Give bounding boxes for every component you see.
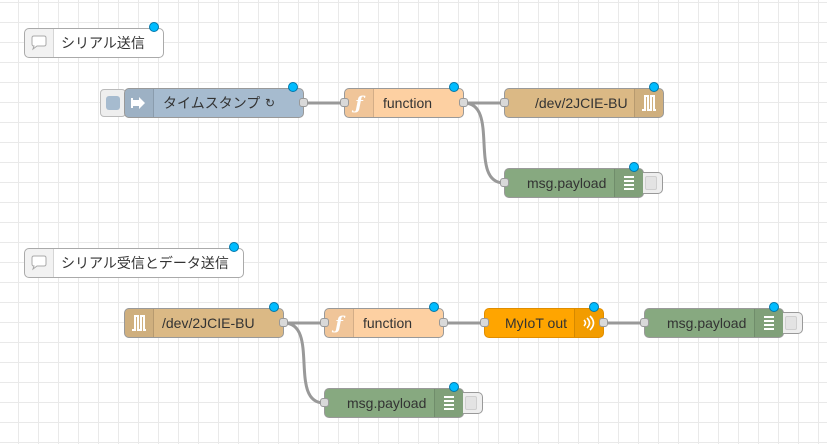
output-port[interactable] bbox=[599, 318, 608, 327]
input-port[interactable] bbox=[500, 178, 509, 187]
changed-indicator bbox=[429, 302, 439, 312]
debug-node-3[interactable]: msg.payload bbox=[320, 382, 464, 418]
debug-list-icon bbox=[614, 169, 643, 197]
comment-label: シリアル受信とデータ送信 bbox=[61, 255, 229, 271]
serial-out-node[interactable]: /dev/2JCIE-BU bbox=[500, 82, 664, 118]
debug-toggle-button[interactable] bbox=[643, 172, 663, 194]
wires-layer bbox=[283, 101, 644, 405]
changed-indicator bbox=[288, 82, 298, 92]
changed-indicator bbox=[269, 302, 279, 312]
function-label: function bbox=[363, 315, 413, 331]
input-port[interactable] bbox=[500, 98, 509, 107]
function-node-2[interactable]: ƒ function bbox=[320, 302, 448, 338]
serial-port-icon bbox=[634, 89, 663, 117]
debug-toggle-button[interactable] bbox=[463, 392, 483, 414]
changed-indicator bbox=[769, 302, 779, 312]
input-port[interactable] bbox=[320, 318, 329, 327]
changed-indicator bbox=[449, 82, 459, 92]
changed-indicator bbox=[629, 162, 639, 172]
input-port[interactable] bbox=[480, 318, 489, 327]
changed-indicator bbox=[149, 22, 159, 32]
output-port[interactable] bbox=[279, 318, 288, 327]
myiot-out-node[interactable]: MyIoT out bbox=[480, 302, 608, 338]
wire[interactable] bbox=[283, 321, 325, 405]
function-node-1[interactable]: ƒ function bbox=[340, 82, 468, 118]
output-port[interactable] bbox=[459, 98, 468, 107]
inject-trigger-button[interactable] bbox=[100, 89, 126, 117]
serial-out-label: /dev/2JCIE-BU bbox=[535, 95, 628, 111]
myiot-label: MyIoT out bbox=[505, 315, 567, 331]
debug-label: msg.payload bbox=[347, 395, 427, 411]
wire[interactable] bbox=[463, 101, 505, 185]
comment-icon bbox=[25, 29, 54, 57]
serial-in-label: /dev/2JCIE-BU bbox=[162, 315, 255, 331]
flow-canvas[interactable]: シリアル送信 タイムスタンプ ↻ ƒ function /dev/2JCIE-B… bbox=[0, 0, 827, 444]
debug-list-icon bbox=[754, 309, 783, 337]
input-port[interactable] bbox=[320, 398, 329, 407]
changed-indicator bbox=[229, 242, 239, 252]
repeat-icon: ↻ bbox=[265, 96, 276, 110]
debug-label: msg.payload bbox=[667, 315, 747, 331]
comment-node-serial-send[interactable]: シリアル送信 bbox=[24, 22, 164, 58]
debug-list-icon bbox=[434, 389, 463, 417]
serial-port-icon bbox=[125, 309, 154, 337]
changed-indicator bbox=[449, 382, 459, 392]
function-icon: ƒ bbox=[345, 89, 374, 117]
debug-label: msg.payload bbox=[527, 175, 607, 191]
comment-label: シリアル送信 bbox=[61, 35, 145, 51]
arrow-in-icon bbox=[125, 89, 154, 117]
serial-in-node[interactable]: /dev/2JCIE-BU bbox=[124, 302, 288, 338]
function-label: function bbox=[383, 95, 433, 111]
debug-node-2[interactable]: msg.payload bbox=[640, 302, 784, 338]
function-icon: ƒ bbox=[325, 309, 354, 337]
debug-toggle-button[interactable] bbox=[783, 312, 803, 334]
input-port[interactable] bbox=[640, 318, 649, 327]
changed-indicator bbox=[649, 82, 659, 92]
output-port[interactable] bbox=[439, 318, 448, 327]
output-port[interactable] bbox=[299, 98, 308, 107]
inject-label: タイムスタンプ bbox=[163, 95, 261, 111]
comment-icon bbox=[25, 249, 54, 277]
debug-node-1[interactable]: msg.payload bbox=[500, 162, 644, 198]
changed-indicator bbox=[589, 302, 599, 312]
inject-node-timestamp[interactable]: タイムスタンプ ↻ bbox=[124, 82, 308, 118]
comment-node-serial-receive[interactable]: シリアル受信とデータ送信 bbox=[24, 242, 244, 278]
input-port[interactable] bbox=[340, 98, 349, 107]
